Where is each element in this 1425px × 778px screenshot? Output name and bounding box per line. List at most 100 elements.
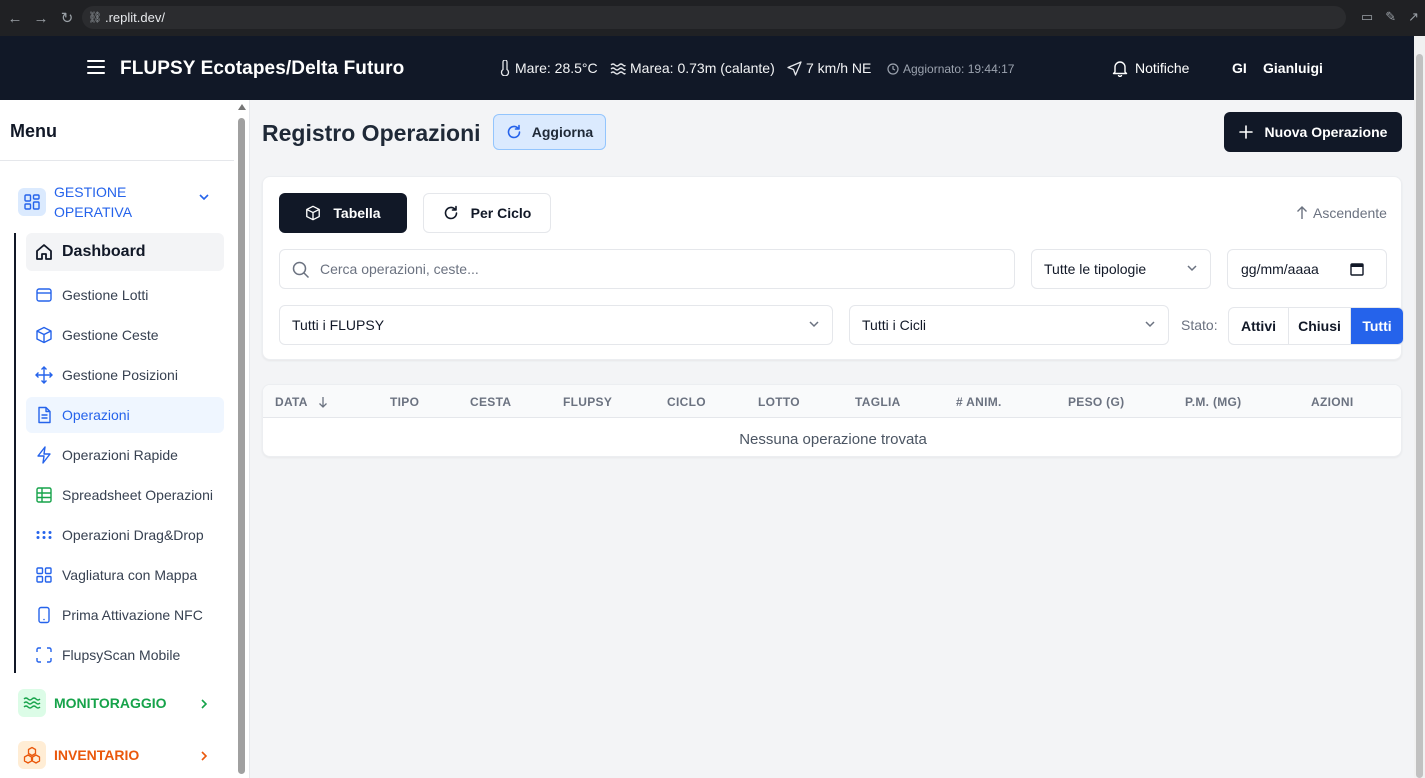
refresh-icon (507, 124, 521, 139)
smartphone-icon (34, 605, 54, 625)
sidebar-item-label: Operazioni (62, 407, 130, 423)
table-icon (34, 485, 54, 505)
divider (0, 160, 234, 161)
sidebar-item-operazioni-drag-drop[interactable]: Operazioni Drag&Drop (26, 517, 224, 553)
updated-time: Aggiornato: 19:44:17 (887, 62, 1014, 76)
chevron-down-icon (809, 321, 819, 328)
sidebar-item-operazioni[interactable]: Operazioni (26, 397, 224, 433)
refresh-button[interactable]: Aggiorna (493, 114, 606, 150)
section-inventario[interactable]: INVENTARIO (18, 741, 208, 769)
column-header-data[interactable]: DATA (275, 395, 328, 409)
status-chiusi-button[interactable]: Chiusi (1289, 308, 1351, 344)
view-table-button[interactable]: Tabella (279, 193, 407, 233)
column-header-flupsy[interactable]: FLUPSY (563, 395, 612, 409)
sidebar-item-label: Gestione Lotti (62, 287, 149, 303)
type-select-value: Tutte le tipologie (1044, 261, 1147, 277)
sidebar-item-label: Vagliatura con Mappa (62, 567, 198, 583)
cycles-select[interactable]: Tutti i Cicli (849, 305, 1169, 345)
open-external-icon[interactable]: ↗ (1408, 9, 1419, 25)
sidebar: Menu GESTIONE OPERATIVA Dashboard Gestio… (0, 100, 250, 778)
sidebar-item-operazioni-rapide[interactable]: Operazioni Rapide (26, 437, 224, 473)
sidebar-item-gestione-posizioni[interactable]: Gestione Posizioni (26, 357, 224, 393)
plus-icon (1238, 125, 1253, 139)
column-header-cesta[interactable]: CESTA (470, 395, 511, 409)
wind-text: 7 km/h NE (806, 60, 872, 76)
refresh-label: Aggiorna (531, 124, 594, 140)
date-input[interactable]: gg/mm/aaaa (1227, 249, 1387, 289)
sidebar-item-label: Spreadsheet Operazioni (62, 487, 213, 503)
column-header-animali[interactable]: # ANIM. (956, 395, 1002, 409)
new-operation-button[interactable]: Nuova Operazione (1224, 112, 1402, 152)
sidebar-item-gestione-ceste[interactable]: Gestione Ceste (26, 317, 224, 353)
column-header-lotto[interactable]: LOTTO (758, 395, 800, 409)
view-table-label: Tabella (333, 205, 381, 221)
type-select[interactable]: Tutte le tipologie (1031, 249, 1211, 289)
flupsy-select-value: Tutti i FLUPSY (292, 317, 385, 333)
chevron-right-icon (201, 751, 208, 761)
zap-icon (34, 445, 54, 465)
bell-icon (1112, 61, 1128, 77)
sidebar-scrollbar[interactable] (236, 104, 248, 778)
browser-toolbar: ← → ↻ ⛓ .replit.dev/ ▭ ✎ ↗ (0, 0, 1425, 36)
section-monitoraggio[interactable]: MONITORAGGIO (18, 689, 208, 717)
column-header-peso[interactable]: PESO (G) (1068, 395, 1124, 409)
tide: Marea: 0.73m (calante) (610, 60, 775, 76)
status-filter-group: Attivi Chiusi Tutti (1228, 307, 1404, 345)
extensions-icon[interactable]: ✎ (1385, 9, 1396, 25)
search-icon (292, 261, 310, 279)
chevron-down-icon (1187, 265, 1197, 272)
section-label: MONITORAGGIO (54, 695, 167, 711)
view-cycle-label: Per Ciclo (470, 205, 532, 221)
sidebar-item-prima-attivazione-nfc[interactable]: Prima Attivazione NFC (26, 597, 224, 633)
cast-icon[interactable]: ▭ (1361, 9, 1373, 25)
nav-list: Dashboard Gestione Lotti Gestione Ceste … (14, 233, 224, 673)
address-bar[interactable]: ⛓ .replit.dev/ (82, 6, 1346, 29)
chevron-down-icon (199, 194, 209, 201)
operations-table: DATA TIPO CESTA FLUPSY CICLO LOTTO TAGLI… (262, 384, 1402, 457)
sidebar-item-flupsyscan-mobile[interactable]: FlupsyScan Mobile (26, 637, 224, 673)
page-title: Registro Operazioni (262, 120, 481, 146)
box-icon (34, 325, 54, 345)
sort-order-toggle[interactable]: Ascendente (1296, 205, 1387, 221)
sidebar-item-dashboard[interactable]: Dashboard (26, 233, 224, 271)
section-gestione-operativa[interactable]: GESTIONE OPERATIVA (18, 182, 209, 222)
sidebar-item-gestione-lotti[interactable]: Gestione Lotti (26, 277, 224, 313)
column-header-peso-medio[interactable]: P.M. (MG) (1185, 395, 1241, 409)
column-header-label: DATA (275, 395, 308, 409)
flupsy-select[interactable]: Tutti i FLUPSY (279, 305, 833, 345)
hamburger-menu-icon[interactable] (87, 60, 105, 74)
sidebar-item-label: FlupsyScan Mobile (62, 647, 181, 663)
search-input[interactable]: Cerca operazioni, ceste... (279, 249, 1015, 289)
column-header-ciclo[interactable]: CICLO (667, 395, 706, 409)
app-header: FLUPSY Ecotapes/Delta Futuro Mare: 28.5°… (0, 36, 1414, 100)
sidebar-item-label: Operazioni Drag&Drop (62, 527, 204, 543)
reload-icon[interactable]: ↻ (56, 9, 78, 27)
cycles-select-value: Tutti i Cicli (862, 317, 927, 333)
column-header-taglia[interactable]: TAGLIA (855, 395, 901, 409)
view-cycle-button[interactable]: Per Ciclo (423, 193, 551, 233)
back-icon[interactable]: ← (4, 10, 26, 27)
notifications-button[interactable]: Notifiche (1111, 59, 1189, 77)
grid-icon (34, 565, 54, 585)
forward-icon[interactable]: → (30, 10, 52, 27)
column-header-tipo[interactable]: TIPO (390, 395, 419, 409)
grip-icon (34, 525, 54, 545)
notifications-label: Notifiche (1135, 60, 1190, 76)
sidebar-item-vagliatura-mappa[interactable]: Vagliatura con Mappa (26, 557, 224, 593)
wind: 7 km/h NE (787, 60, 871, 76)
sidebar-item-label: Dashboard (62, 243, 146, 260)
sea-temp-text: Mare: 28.5°C (515, 60, 598, 76)
status-tutti-button[interactable]: Tutti (1351, 308, 1403, 344)
avatar[interactable]: GI (1232, 60, 1247, 76)
page-scrollbar[interactable] (1414, 36, 1425, 778)
updated-text: Aggiornato: 19:44:17 (903, 62, 1015, 76)
sea-temp: Mare: 28.5°C (499, 60, 598, 76)
sidebar-item-label: Gestione Ceste (62, 327, 159, 343)
layout-grid-icon (18, 188, 46, 216)
waves-icon (610, 63, 626, 75)
sidebar-item-spreadsheet-operazioni[interactable]: Spreadsheet Operazioni (26, 477, 224, 513)
move-icon (34, 365, 54, 385)
status-attivi-button[interactable]: Attivi (1229, 308, 1289, 344)
user-name[interactable]: Gianluigi (1263, 60, 1323, 76)
url-text: .replit.dev/ (104, 10, 165, 25)
